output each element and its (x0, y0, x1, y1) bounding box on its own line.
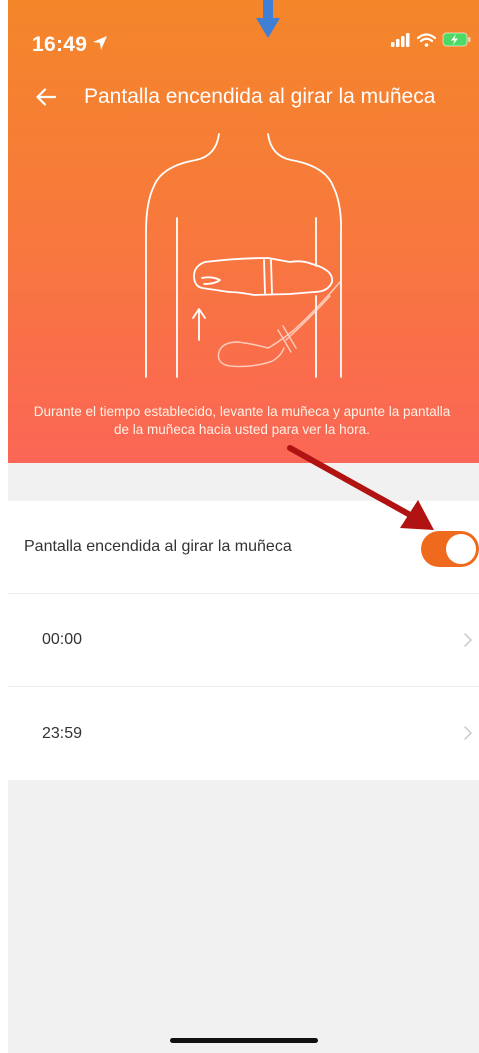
hero-description: Durante el tiempo establecido, levante l… (33, 404, 451, 437)
start-time-row[interactable]: 00:00 (8, 594, 479, 687)
raise-wrist-illustration (145, 133, 342, 378)
phone-screen: 16:49 Pantalla encendida al girar la muñ… (8, 0, 479, 1053)
signal-icon (391, 32, 410, 47)
nav-bar: Pantalla encendida al girar la muñeca (8, 80, 479, 116)
chevron-right-icon (464, 726, 472, 740)
status-bar: 16:49 (8, 0, 479, 80)
status-icons (391, 32, 471, 47)
toggle-knob (446, 534, 476, 564)
start-time-value: 00:00 (42, 631, 83, 648)
end-time-row[interactable]: 23:59 (8, 687, 479, 780)
chevron-right-icon (464, 633, 472, 647)
settings-list: Pantalla encendida al girar la muñeca 00… (8, 501, 479, 780)
back-arrow-icon (36, 88, 56, 106)
raise-to-wake-row: Pantalla encendida al girar la muñeca (8, 501, 479, 594)
wifi-icon (417, 32, 436, 47)
back-button[interactable] (30, 82, 64, 112)
raise-to-wake-toggle[interactable] (421, 531, 479, 567)
page-title: Pantalla encendida al girar la muñeca (84, 85, 436, 108)
section-spacer (8, 463, 479, 501)
end-time-value: 23:59 (42, 724, 83, 742)
header-hero: 16:49 Pantalla encendida al girar la muñ… (8, 0, 479, 463)
home-indicator (170, 1038, 318, 1043)
raise-to-wake-label: Pantalla encendida al girar la muñeca (24, 538, 292, 555)
battery-charging-icon (442, 32, 471, 47)
status-time: 16:49 (32, 33, 88, 56)
location-arrow-icon (93, 36, 107, 50)
